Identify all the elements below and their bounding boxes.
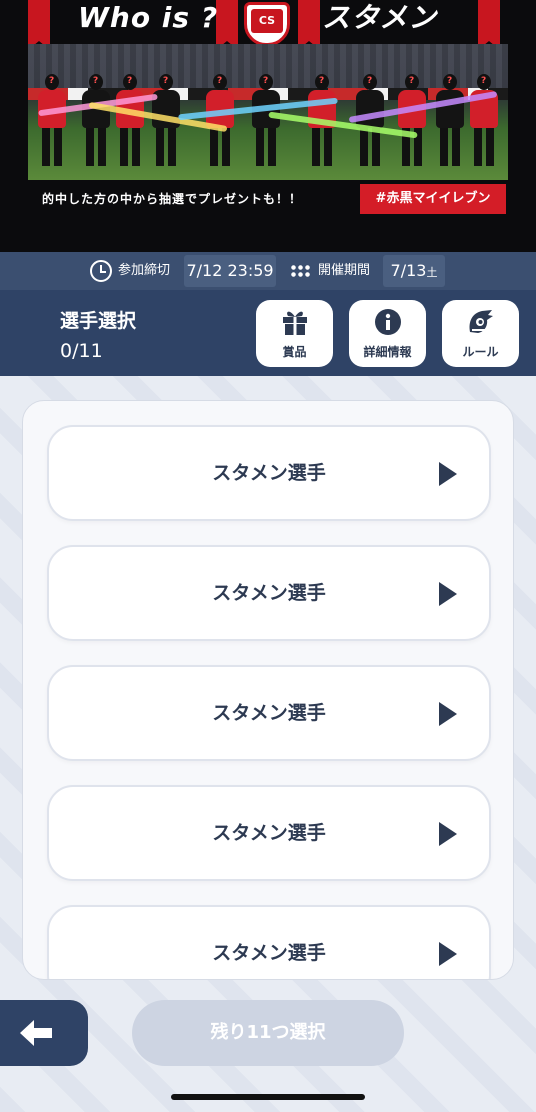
- banner-flag: [478, 0, 500, 50]
- details-button[interactable]: 詳細情報: [349, 300, 426, 367]
- stadium-image: ? ? ? ? ? ? ? ? ? ? ?: [28, 44, 508, 180]
- info-bar: 参加締切 7/12 23:59 開催期間 7/13土: [0, 252, 536, 290]
- deadline-label: 参加締切: [118, 263, 171, 278]
- banner-title-right: スタメン: [322, 1, 438, 34]
- play-arrow-icon: [439, 582, 457, 606]
- banner-flag: [298, 0, 320, 50]
- play-arrow-icon: [439, 822, 457, 846]
- page-title: 選手選択: [60, 310, 137, 332]
- rules-button[interactable]: ルール: [442, 300, 519, 367]
- details-button-label: 詳細情報: [363, 345, 412, 359]
- starter-slot-button[interactable]: スタメン選手: [47, 425, 491, 521]
- banner-caption: 的中した方の中から抽選でプレゼントも！！: [42, 192, 303, 206]
- starter-slot-label: スタメン選手: [212, 462, 326, 484]
- back-button[interactable]: [0, 1000, 88, 1066]
- player-list-panel[interactable]: スタメン選手 スタメン選手 スタメン選手 スタメン選手 スタメン選手: [22, 400, 514, 980]
- prize-button[interactable]: 賞品: [256, 300, 333, 367]
- starter-slot-button[interactable]: スタメン選手: [47, 665, 491, 761]
- club-emblem-icon: CS: [244, 2, 290, 46]
- hashtag-badge: #赤黒マイイレブン: [360, 184, 506, 214]
- arrow-left-icon: [20, 1020, 52, 1046]
- gift-icon: [283, 311, 307, 335]
- play-arrow-icon: [439, 942, 457, 966]
- starter-slot-label: スタメン選手: [212, 702, 326, 724]
- starter-slot-label: スタメン選手: [212, 582, 326, 604]
- submit-selection-button[interactable]: 残り11つ選択: [132, 1000, 404, 1066]
- home-indicator: [171, 1094, 365, 1100]
- period-weekday: 土: [426, 266, 438, 279]
- period-label: 開催期間: [318, 263, 371, 278]
- selection-header: 選手選択 0/11 賞品 詳細情報 ルール: [0, 290, 536, 376]
- play-arrow-icon: [439, 462, 457, 486]
- banner-title-left: Who is ?: [78, 1, 219, 34]
- starter-slot-label: スタメン選手: [212, 942, 326, 964]
- banner-flag: [28, 0, 50, 50]
- info-icon: [375, 309, 401, 335]
- starter-slot-button[interactable]: スタメン選手: [47, 785, 491, 881]
- calendar-icon: [290, 264, 310, 279]
- promo-banner: Who is ? CS スタメン ? ? ? ? ? ? ? ? ? ? ? 的…: [0, 0, 536, 252]
- prize-button-label: 賞品: [282, 345, 307, 359]
- deadline-value: 7/12 23:59: [184, 255, 276, 287]
- period-value: 7/13土: [383, 255, 445, 287]
- starter-slot-button[interactable]: スタメン選手: [47, 545, 491, 641]
- starter-slot-label: スタメン選手: [212, 822, 326, 844]
- rules-button-label: ルール: [462, 345, 499, 359]
- mascot-icon: [469, 310, 493, 333]
- banner-flag: [216, 0, 238, 50]
- starter-slot-button[interactable]: スタメン選手: [47, 905, 491, 979]
- play-arrow-icon: [439, 702, 457, 726]
- selection-count: 0/11: [60, 340, 103, 362]
- clock-icon: [90, 260, 112, 282]
